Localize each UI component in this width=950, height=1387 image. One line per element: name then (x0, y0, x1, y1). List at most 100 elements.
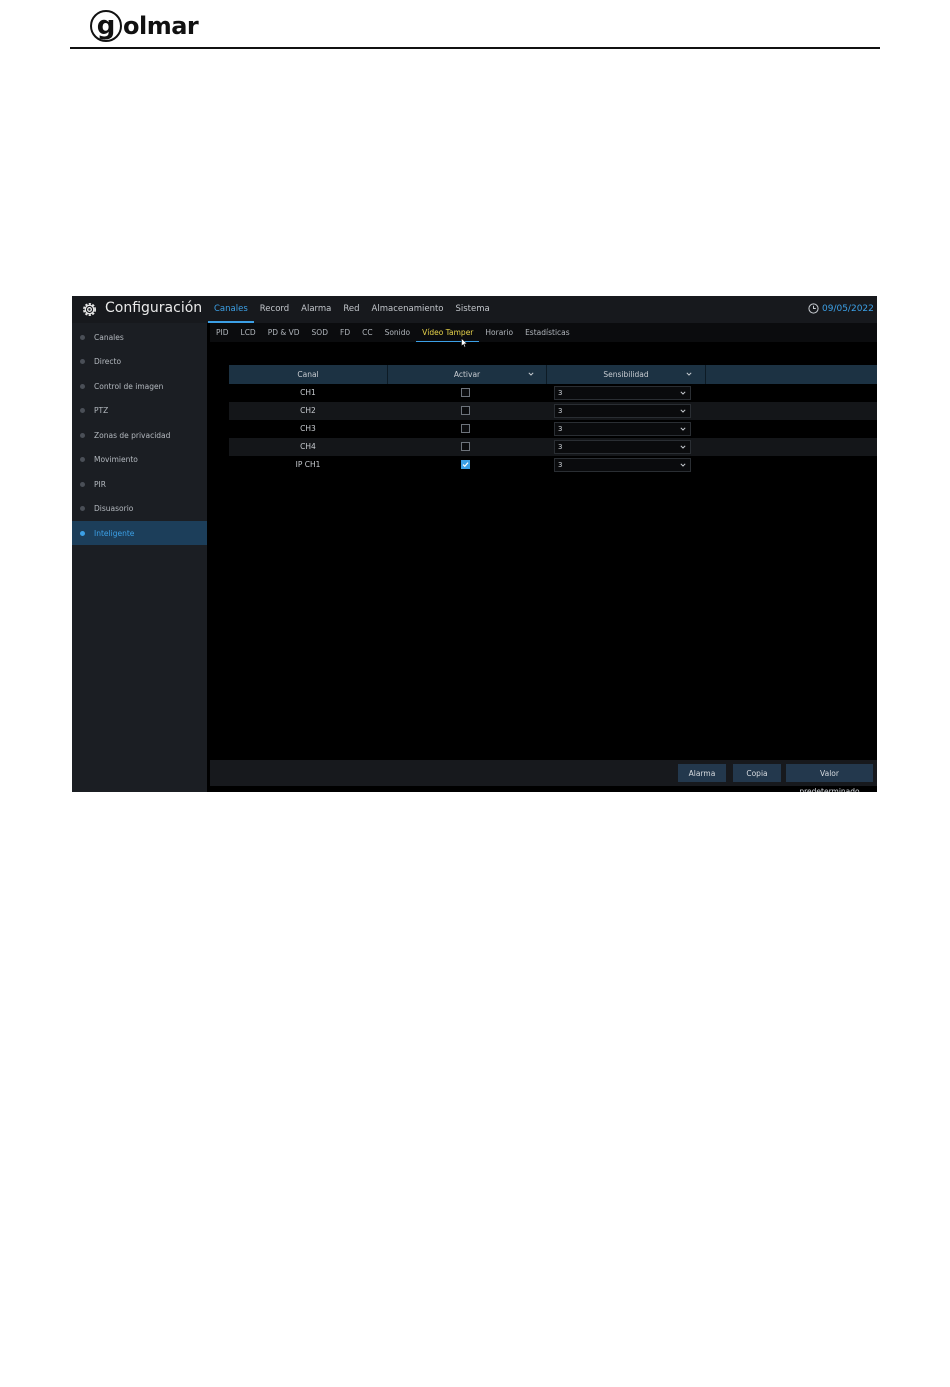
table-row: CH4 3 (229, 438, 877, 456)
sidebar-item-ptz[interactable]: PTZ (72, 399, 207, 423)
subtab-pd-vd[interactable]: PD & VD (262, 323, 306, 342)
subtab-fd[interactable]: FD (334, 323, 356, 342)
tab-red[interactable]: Red (337, 296, 365, 323)
sensitivity-value: 3 (558, 407, 563, 415)
table-row: CH3 3 (229, 420, 877, 438)
sidebar-item-movimiento[interactable]: Movimiento (72, 448, 207, 472)
sidebar-item-label: Inteligente (94, 528, 135, 538)
sidebar-item-label: Directo (94, 357, 122, 366)
bullet-icon (80, 506, 85, 511)
sidebar-item-directo[interactable]: Directo (72, 350, 207, 374)
bullet-icon (80, 432, 85, 438)
sidebar-item-disuasorio[interactable]: Disuasorio (72, 497, 207, 521)
header-activar[interactable]: Activar (388, 365, 546, 384)
sidebar-item-inteligente[interactable]: Inteligente (72, 521, 207, 545)
logo-mark: g (90, 10, 122, 42)
main-tabs: Canales Record Alarma Red Almacenamiento Sist… (208, 296, 496, 323)
golmar-logo: g olmar (90, 6, 210, 46)
sidebar-item-pir[interactable]: PIR (72, 472, 207, 496)
sensitivity-select[interactable]: 3 (554, 404, 691, 418)
sidebar-item-label: Movimiento (94, 455, 138, 464)
channel-name: CH1 (300, 388, 316, 397)
tab-almacenamiento[interactable]: Almacenamiento (366, 296, 450, 323)
gear-icon (82, 302, 97, 317)
header-sensibilidad[interactable]: Sensibilidad (547, 365, 705, 384)
sensitivity-value: 3 (558, 425, 563, 433)
enable-checkbox[interactable] (461, 406, 470, 415)
sidebar-item-label: Disuasorio (94, 504, 134, 513)
bullet-icon (80, 530, 85, 536)
footer-bar: Alarma Copia Valor predeterminado (210, 760, 877, 792)
bullet-icon (80, 481, 85, 487)
tab-canales[interactable]: Canales (208, 296, 254, 323)
table-row: CH1 3 (229, 384, 877, 402)
channel-name: IP CH1 (295, 460, 321, 469)
sensitivity-value: 3 (558, 389, 563, 397)
header-divider (705, 365, 706, 384)
subtab-sod[interactable]: SOD (306, 323, 334, 342)
subtab-estadisticas[interactable]: Estadísticas (519, 323, 576, 342)
sidebar-item-label: Zonas de privacidad (94, 430, 171, 440)
bullet-icon (80, 383, 85, 389)
bullet-icon (80, 457, 85, 462)
chevron-down-icon (680, 391, 686, 395)
configuration-screen: Configuración Canales Record Alarma Red Alma… (72, 296, 877, 792)
sidebar-item-label: Control de imagen (94, 381, 164, 391)
sensitivity-select[interactable]: 3 (554, 458, 691, 472)
table-row: IP CH1 3 (229, 456, 877, 474)
bullet-icon (80, 408, 85, 413)
subtab-video-tamper[interactable]: Vídeo Tamper (416, 323, 480, 342)
sensibilidad-chevron-down-icon[interactable] (686, 371, 692, 377)
enable-checkbox[interactable] (461, 424, 470, 433)
alarma-button[interactable]: Alarma (678, 764, 726, 782)
enable-checkbox[interactable] (461, 442, 470, 451)
header-canal: Canal (297, 370, 319, 379)
bullet-icon (80, 334, 85, 340)
enable-checkbox[interactable] (461, 388, 470, 397)
table-row: CH2 3 (229, 402, 877, 420)
sensitivity-value: 3 (558, 443, 563, 451)
app-title: Configuración (105, 300, 203, 316)
sub-tabs: PID LCD PD & VD SOD FD CC Sonido Vídeo Tamper Ho… (210, 323, 877, 342)
channel-name: CH3 (300, 424, 316, 433)
chevron-down-icon (680, 445, 686, 449)
sidebar-item-label: PIR (94, 479, 106, 489)
sensitivity-value: 3 (558, 461, 563, 469)
sidebar-item-control-de-imagen[interactable]: Control de imagen (72, 374, 207, 398)
subtab-cc[interactable]: CC (356, 323, 378, 342)
sidebar: Canales Directo Control de imagen PTZ Zonas … (72, 323, 207, 792)
sensitivity-select[interactable]: 3 (554, 386, 691, 400)
chevron-down-icon (680, 409, 686, 413)
date-time: 09/05/2022 1 (822, 303, 877, 314)
logo-text: olmar (123, 12, 199, 40)
subtab-pid[interactable]: PID (210, 323, 235, 342)
copia-button[interactable]: Copia (733, 764, 781, 782)
table-header: Canal Activar Sensibilidad (229, 365, 877, 384)
enable-checkbox[interactable] (461, 460, 470, 469)
activar-chevron-down-icon[interactable] (528, 371, 534, 377)
tab-alarma[interactable]: Alarma (295, 296, 337, 323)
sidebar-item-label: PTZ (94, 406, 109, 415)
sidebar-item-canales[interactable]: Canales (72, 325, 207, 349)
chevron-down-icon (680, 427, 686, 431)
subtab-horario[interactable]: Horario (479, 323, 519, 342)
clock-icon (808, 303, 819, 314)
subtab-sonido[interactable]: Sonido (379, 323, 417, 342)
header-rule (70, 47, 880, 49)
clock: 09/05/2022 1 (808, 303, 877, 314)
bullet-icon (80, 359, 85, 364)
tab-sistema[interactable]: Sistema (450, 296, 496, 323)
chevron-down-icon (680, 463, 686, 467)
channel-name: CH2 (300, 406, 316, 415)
tab-record[interactable]: Record (254, 296, 295, 323)
checkmark-icon (462, 462, 469, 468)
default-values-button[interactable]: Valor predeterminado (786, 764, 873, 792)
mouse-cursor-icon (461, 338, 468, 348)
channel-name: CH4 (300, 442, 316, 451)
sensitivity-select[interactable]: 3 (554, 422, 691, 436)
subtab-lcd[interactable]: LCD (235, 323, 262, 342)
sensitivity-select[interactable]: 3 (554, 440, 691, 454)
sidebar-item-zonas-de-privacidad[interactable]: Zonas de privacidad (72, 423, 207, 447)
sidebar-item-label: Canales (94, 332, 124, 342)
top-bar: Configuración Canales Record Alarma Red Alma… (72, 296, 877, 323)
